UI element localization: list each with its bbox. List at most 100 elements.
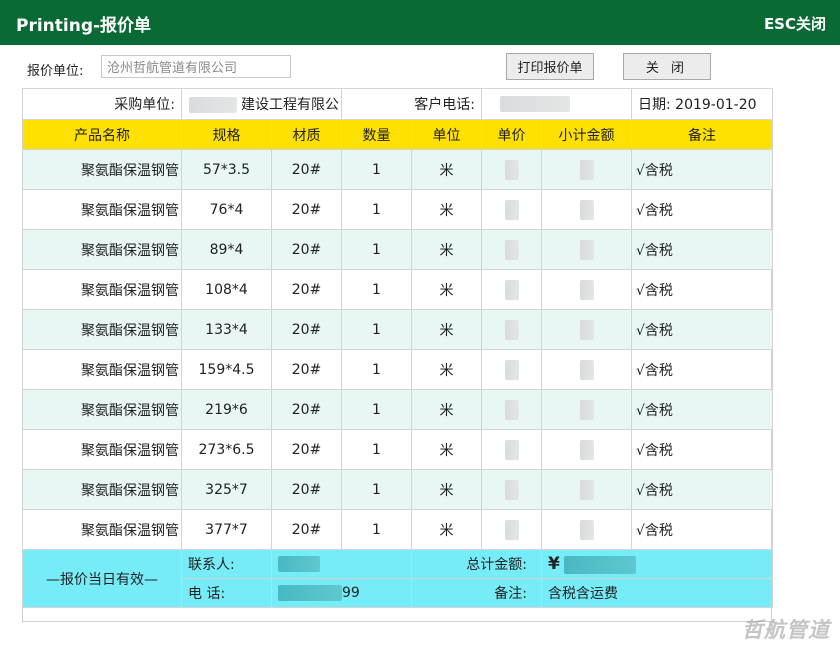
redacted-blur (579, 399, 594, 420)
subtotal-cell (541, 349, 632, 390)
redacted-blur (504, 479, 519, 500)
buyer-value: 建设工程有限公 (181, 88, 342, 120)
unit-price-cell (481, 429, 542, 470)
title-bar: Printing-报价单 ESC关闭 (0, 0, 840, 45)
quote-unit-label: 报价单位: (27, 64, 84, 79)
material-cell: 20# (271, 269, 342, 310)
quantity-cell: 1 (341, 389, 412, 430)
table-row: 聚氨酯保温钢管 89*4 20# 1 米 √含税 (22, 229, 773, 270)
spec-cell: 325*7 (181, 469, 272, 510)
redacted-blur (564, 556, 637, 574)
column-header: 数量 (341, 119, 412, 150)
material-cell: 20# (271, 309, 342, 350)
phone-label: 电 话: (181, 578, 272, 608)
material-cell: 20# (271, 349, 342, 390)
remark-cell: √含税 (631, 349, 773, 390)
redacted-blur (579, 439, 594, 460)
unit-price-cell (481, 269, 542, 310)
quantity-cell: 1 (341, 309, 412, 350)
note-value: 含税含运费 (541, 578, 773, 608)
print-quote-button[interactable]: 打印报价单 (506, 53, 594, 80)
quantity-cell: 1 (341, 149, 412, 190)
date-text: 日期: 2019-01-20 (631, 88, 773, 120)
remark-cell: √含税 (631, 149, 773, 190)
unit-cell: 米 (411, 389, 482, 430)
unit-price-cell (481, 229, 542, 270)
product-name-cell: 聚氨酯保温钢管 (22, 189, 182, 230)
redacted-blur (504, 279, 519, 300)
column-header: 小计金额 (541, 119, 632, 150)
subtotal-cell (541, 149, 632, 190)
redacted-blur (579, 159, 594, 180)
header-row: 产品名称 规格 材质 数量 单位 单价 小计金额 备注 (22, 119, 773, 150)
column-header: 单价 (481, 119, 542, 150)
column-header: 备注 (631, 119, 773, 150)
phone-value: 99 (271, 578, 412, 608)
product-name-cell: 聚氨酯保温钢管 (22, 469, 182, 510)
table-row: 聚氨酯保温钢管 325*7 20# 1 米 √含税 (22, 469, 773, 510)
material-cell: 20# (271, 469, 342, 510)
redacted-blur (504, 239, 519, 260)
product-name-cell: 聚氨酯保温钢管 (22, 349, 182, 390)
column-header: 单位 (411, 119, 482, 150)
subtotal-cell (541, 509, 632, 550)
table-row: 聚氨酯保温钢管 76*4 20# 1 米 √含税 (22, 189, 773, 230)
redacted-blur (504, 519, 519, 540)
window-title: Printing-报价单 (16, 16, 152, 36)
material-cell: 20# (271, 509, 342, 550)
unit-cell: 米 (411, 309, 482, 350)
table-row: 聚氨酯保温钢管 219*6 20# 1 米 √含税 (22, 389, 773, 430)
redacted-blur (579, 239, 594, 260)
buyer-label: 采购单位: (22, 88, 182, 120)
product-name-cell: 聚氨酯保温钢管 (22, 269, 182, 310)
column-header: 材质 (271, 119, 342, 150)
esc-close-button[interactable]: ESC关闭 (764, 13, 826, 34)
product-name-cell: 聚氨酯保温钢管 (22, 149, 182, 190)
watermark-logo: 哲航管道 (742, 618, 830, 642)
redacted-blur (579, 199, 594, 220)
unit-price-cell (481, 349, 542, 390)
subtotal-cell (541, 269, 632, 310)
unit-cell: 米 (411, 429, 482, 470)
quote-unit-input[interactable] (101, 55, 291, 78)
subtotal-cell (541, 389, 632, 430)
redacted-blur (278, 585, 342, 601)
redacted-blur (579, 519, 594, 540)
spec-cell: 57*3.5 (181, 149, 272, 190)
remark-cell: √含税 (631, 509, 773, 550)
unit-price-cell (481, 469, 542, 510)
redacted-blur (500, 96, 570, 112)
redacted-blur (504, 159, 519, 180)
remark-cell: √含税 (631, 469, 773, 510)
unit-cell: 米 (411, 229, 482, 270)
unit-cell: 米 (411, 269, 482, 310)
redacted-blur (579, 359, 594, 380)
quantity-cell: 1 (341, 269, 412, 310)
info-row: 采购单位: 建设工程有限公 客户电话: 日期: 2019-01-20 (22, 88, 773, 120)
unit-cell: 米 (411, 349, 482, 390)
spec-cell: 133*4 (181, 309, 272, 350)
quantity-cell: 1 (341, 429, 412, 470)
quantity-cell: 1 (341, 349, 412, 390)
unit-cell: 米 (411, 469, 482, 510)
unit-price-cell (481, 149, 542, 190)
validity-note: —报价当日有效— (22, 549, 182, 608)
material-cell: 20# (271, 429, 342, 470)
quantity-cell: 1 (341, 229, 412, 270)
remark-cell: √含税 (631, 309, 773, 350)
quantity-cell: 1 (341, 509, 412, 550)
unit-price-cell (481, 509, 542, 550)
redacted-blur (504, 359, 519, 380)
quantity-cell: 1 (341, 189, 412, 230)
redacted-blur (278, 556, 320, 572)
spec-cell: 76*4 (181, 189, 272, 230)
redacted-blur (504, 199, 519, 220)
close-button[interactable]: 关 闭 (623, 53, 711, 80)
table-row: 聚氨酯保温钢管 159*4.5 20# 1 米 √含税 (22, 349, 773, 390)
spec-cell: 89*4 (181, 229, 272, 270)
spec-cell: 219*6 (181, 389, 272, 430)
remark-cell: √含税 (631, 229, 773, 270)
column-header: 产品名称 (22, 119, 182, 150)
unit-price-cell (481, 309, 542, 350)
table-row: 聚氨酯保温钢管 273*6.5 20# 1 米 √含税 (22, 429, 773, 470)
